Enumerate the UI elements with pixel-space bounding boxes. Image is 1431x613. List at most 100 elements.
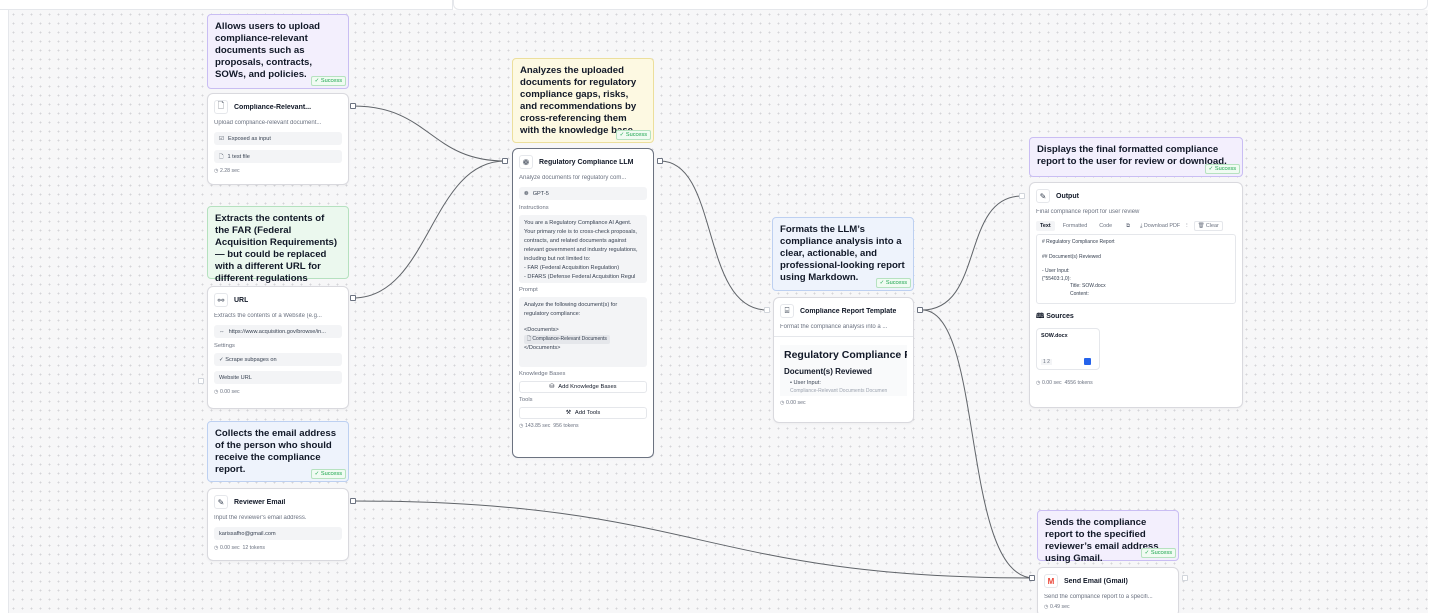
node-title: Output bbox=[1056, 192, 1079, 200]
note-extract[interactable]: Extracts the contents of the FAR (Federa… bbox=[207, 206, 349, 284]
md-line: ## Document(s) Reviewed bbox=[1042, 253, 1101, 260]
node-description: Extracts the contents of a Website (e.g.… bbox=[214, 313, 322, 319]
add-tools-button[interactable]: ⚒ Add Tools bbox=[519, 407, 647, 419]
exposed-input-badge[interactable]: ☑ Exposed as input bbox=[214, 132, 342, 145]
node-description: Input the reviewer's email address. bbox=[214, 515, 307, 521]
pen-icon: ✎ bbox=[1036, 189, 1050, 203]
node-description: Format the compliance analysis into a ..… bbox=[780, 324, 888, 330]
instructions-field[interactable]: You are a Regulatory Compliance AI Agent… bbox=[519, 215, 647, 283]
openai-icon: ❁ bbox=[524, 190, 529, 197]
book-icon: 🕮 bbox=[1036, 313, 1047, 320]
tab-code[interactable]: Code bbox=[1095, 221, 1116, 231]
md-line: Title: SOW.docx bbox=[1070, 283, 1106, 289]
sources-header: 🕮 Sources bbox=[1036, 312, 1236, 323]
note-send[interactable]: Sends the compliance report to the speci… bbox=[1037, 510, 1179, 564]
note-upload[interactable]: Allows users to upload compliance-releva… bbox=[207, 14, 349, 89]
url-input-port[interactable] bbox=[198, 378, 204, 384]
run-time: ◷ 2.28 sec bbox=[214, 168, 240, 174]
documents-variable-chip[interactable]: 🗋 Compliance-Relevant Documents bbox=[524, 335, 610, 344]
upload-output-port[interactable] bbox=[350, 103, 356, 109]
documents-close-tag: </Documents> bbox=[524, 345, 561, 351]
note-email[interactable]: Collects the email address of the person… bbox=[207, 421, 349, 482]
top-left-panel bbox=[0, 0, 453, 10]
exposed-label: Exposed as input bbox=[228, 135, 271, 142]
test-file-pill[interactable]: 🗋 1 test file bbox=[214, 150, 342, 163]
download-pdf-button[interactable]: ⤓ Download PDF bbox=[1140, 223, 1180, 230]
word-doc-icon bbox=[1084, 358, 1091, 365]
node-gmail[interactable]: M Send Email (Gmail) Send the compliance … bbox=[1037, 567, 1179, 613]
output-text-area[interactable]: # Regulatory Compliance Report ## Docume… bbox=[1036, 234, 1236, 304]
report-heading: Regulatory Compliance Repor bbox=[780, 345, 907, 365]
note-text: Analyzes the uploaded documents for regu… bbox=[520, 65, 637, 136]
llm-input-port[interactable] bbox=[502, 158, 508, 164]
md-line: {"55403:1,0}: bbox=[1042, 275, 1071, 282]
note-format[interactable]: Formats the LLM’s compliance analysis in… bbox=[772, 217, 914, 291]
gmail-output-port[interactable] bbox=[1182, 575, 1188, 581]
clear-button[interactable]: 🗑 Clear bbox=[1193, 221, 1223, 231]
run-meta: ◷ 0.00 sec 4556 tokens bbox=[1036, 380, 1236, 386]
llm-output-port[interactable] bbox=[657, 158, 663, 164]
knowledge-bases-label: Knowledge Bases bbox=[519, 371, 566, 377]
md-line bbox=[1042, 261, 1230, 268]
email-field[interactable]: karissafho@gmail.com bbox=[214, 527, 342, 540]
node-description: Analyze documents for regulatory com... bbox=[519, 175, 627, 181]
model-select[interactable]: ❁ GPT-5 bbox=[519, 187, 647, 200]
run-time: ◷ 0.00 sec bbox=[214, 545, 240, 551]
node-title: Regulatory Compliance LLM bbox=[539, 158, 634, 166]
run-time: ◷ 0.00 sec bbox=[214, 389, 240, 395]
documents-open-tag: <Documents> bbox=[524, 327, 559, 333]
run-time: ◷ 0.00 sec bbox=[780, 400, 806, 406]
sources-label: Sources bbox=[1046, 313, 1074, 320]
node-upload[interactable]: 🗋 Compliance-Relevant... Upload complianc… bbox=[207, 93, 349, 185]
note-display[interactable]: Displays the final formatted compliance … bbox=[1029, 137, 1243, 177]
copy-icon[interactable]: ⧉ bbox=[1126, 223, 1130, 230]
node-title: URL bbox=[234, 296, 249, 304]
output-input-port[interactable] bbox=[1019, 193, 1025, 199]
url-output-port[interactable] bbox=[350, 295, 356, 301]
url-field[interactable]: ⇔ https://www.acquisition.gov/browse/in..… bbox=[214, 325, 342, 338]
node-template[interactable]: ⌸ Compliance Report Template Format the c… bbox=[773, 297, 914, 423]
success-badge: ✓ Success bbox=[875, 278, 911, 288]
button-label: Download PDF bbox=[1143, 222, 1181, 229]
file-icon: 🗋 bbox=[219, 153, 224, 160]
note-analyze[interactable]: Analyzes the uploaded documents for regu… bbox=[512, 58, 654, 143]
run-time: ◷ 143.85 sec bbox=[519, 423, 551, 429]
md-line: - User Input: bbox=[1042, 268, 1070, 274]
add-knowledge-bases-button[interactable]: ⛁ Add Knowledge Bases bbox=[519, 381, 647, 393]
output-tabs: Text Formatted Code ⧉ ⤓ Download PDF ⋮ 🗑… bbox=[1036, 221, 1236, 231]
list-item-text: User Input: bbox=[793, 380, 821, 386]
template-output-port[interactable] bbox=[917, 307, 923, 313]
wrench-icon: ⚒ bbox=[565, 410, 571, 416]
node-reviewer-email[interactable]: ✎ Reviewer Email Input the reviewer's ema… bbox=[207, 488, 349, 561]
run-meta: ◷ 143.85 sec 956 tokens bbox=[519, 423, 647, 429]
button-label: Add Knowledge Bases bbox=[558, 384, 617, 390]
instructions-label: Instructions bbox=[519, 205, 549, 211]
node-description: Upload compliance-relevant document... bbox=[214, 120, 322, 126]
file-icon: 🗋 bbox=[214, 100, 228, 114]
node-llm[interactable]: ❁ Regulatory Compliance LLM Analyze docum… bbox=[512, 148, 654, 458]
openai-icon: ❁ bbox=[519, 155, 533, 169]
more-icon[interactable]: ⋮ bbox=[1184, 223, 1189, 229]
website-url-field[interactable]: Website URL bbox=[214, 371, 342, 384]
link-icon: ⚯ bbox=[214, 293, 228, 307]
md-line: Content: bbox=[1070, 290, 1089, 297]
trash-icon: 🗑 bbox=[1197, 223, 1206, 229]
source-card[interactable]: SOW.docx 1 2 bbox=[1036, 328, 1100, 370]
email-output-port[interactable] bbox=[350, 498, 356, 504]
success-badge: ✓ Success bbox=[1140, 548, 1176, 558]
prompt-label: Prompt bbox=[519, 287, 538, 293]
button-label: Clear bbox=[1205, 223, 1219, 229]
tab-formatted[interactable]: Formatted bbox=[1059, 221, 1092, 231]
node-description: Send the compliance report to a specifi.… bbox=[1044, 594, 1153, 600]
node-description: Final compliance report for user review bbox=[1036, 209, 1140, 215]
gmail-input-port[interactable] bbox=[1029, 575, 1035, 581]
tab-text[interactable]: Text bbox=[1036, 221, 1055, 231]
node-output[interactable]: ✎ Output Final compliance report for user… bbox=[1029, 182, 1243, 408]
node-url[interactable]: ⚯ URL Extracts the contents of a Website … bbox=[207, 286, 349, 409]
scrape-subpages-toggle[interactable]: ✓ Scrape subpages on bbox=[214, 353, 342, 366]
template-input-port[interactable] bbox=[764, 307, 770, 313]
success-badge: ✓ Success bbox=[310, 469, 346, 479]
database-icon: ⛁ bbox=[549, 384, 555, 390]
prompt-field[interactable]: Analyze the following document(s) for re… bbox=[519, 297, 647, 367]
run-meta: ◷ 0.00 sec 12 tokens bbox=[214, 545, 342, 551]
